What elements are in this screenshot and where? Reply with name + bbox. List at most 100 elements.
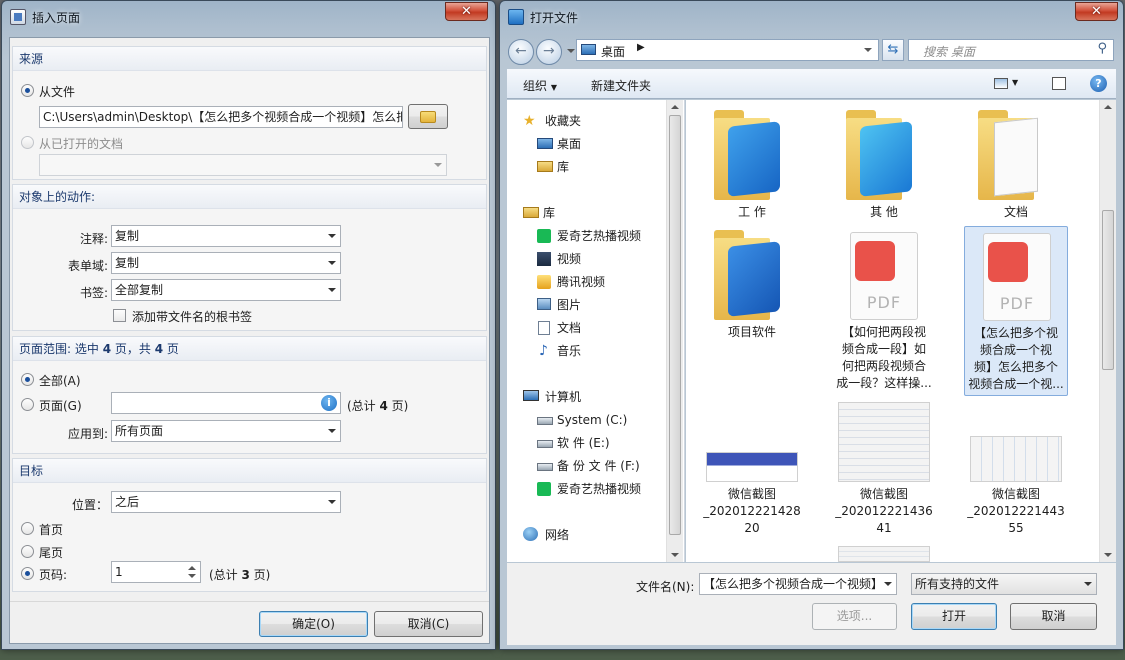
open-button[interactable]: 打开 [911,603,997,630]
form-fields-select[interactable]: 复制 [111,252,341,274]
browse-button[interactable] [408,104,448,129]
list-item[interactable]: 微信截图 _202012221443 55 [964,400,1068,540]
page-range-field[interactable] [111,392,341,414]
insert-dialog-titlebar[interactable]: 插入页面 ✕ [2,1,495,31]
comments-select[interactable]: 复制 [111,225,341,247]
page-range-label[interactable]: 页面(G) [39,397,82,414]
nav-scrollbar[interactable] [666,100,683,562]
new-folder-button[interactable]: 新建文件夹 [591,77,651,94]
file-name-line: 微信截图 [727,487,776,501]
info-icon[interactable]: i [321,395,337,411]
file-list-scrollbar[interactable] [1099,100,1116,562]
file-list-scroll-thumb[interactable] [1102,210,1114,370]
view-options-icon[interactable] [994,78,1008,89]
close-button[interactable]: ✕ [445,2,488,21]
list-item[interactable]: 项目软件 [700,226,804,344]
nav-computer[interactable]: 计算机 [523,388,581,406]
page-number-stepper[interactable]: 1 [111,561,201,583]
back-button[interactable]: ← [508,39,534,65]
last-page-label[interactable]: 尾页 [39,544,63,561]
position-select[interactable]: 之后 [111,491,341,513]
scroll-down-icon[interactable] [1104,553,1112,557]
from-open-doc-radio[interactable] [21,136,34,149]
file-type-select[interactable]: 所有支持的文件 [911,573,1097,595]
all-pages-label[interactable]: 全部(A) [39,372,81,389]
comments-value: 复制 [115,229,140,243]
nav-favorites[interactable]: ★ 收藏夹 [523,112,581,130]
position-label: 位置： [71,498,108,512]
page-number-label[interactable]: 页码: [39,566,67,583]
close-icon: ✕ [1091,4,1102,19]
nav-libraries[interactable]: 库 [523,204,555,222]
add-root-bookmark-label[interactable]: 添加带文件名的根书签 [132,308,252,325]
nav-item-library-fav[interactable]: 库 [537,158,569,176]
add-root-bookmark-checkbox[interactable] [113,309,126,322]
nav-network[interactable]: 网络 [523,526,569,544]
nav-item-iqiyi-drive[interactable]: 爱奇艺热播视频 [537,480,641,498]
first-page-label[interactable]: 首页 [39,521,63,538]
list-item[interactable]: 工 作 [700,104,804,222]
page-number-radio[interactable] [21,567,34,580]
ok-button[interactable]: 确定(O) [259,611,368,637]
help-icon[interactable]: ? [1090,75,1107,92]
list-item-selected[interactable]: PDF 【怎么把多个视 频合成一个视 频】怎么把多个 视频合成一个视... [964,226,1068,396]
nav-scroll-thumb[interactable] [669,115,681,535]
desktop-icon [581,44,596,55]
preview-pane-icon[interactable] [1052,77,1066,90]
options-button[interactable]: 选项... [812,603,897,630]
pdf-badge: PDF [999,294,1035,313]
open-dialog-footer: 文件名(N): 【怎么把多个视频合成一个视频】 所有支持的文件 选项... 打开… [507,563,1116,645]
recent-locations-icon[interactable] [567,49,575,53]
nav-item-music[interactable]: ♪ 音乐 [537,342,581,360]
all-pages-radio[interactable] [21,373,34,386]
from-file-label[interactable]: 从文件 [39,83,75,100]
bookmarks-select[interactable]: 全部复制 [111,279,341,301]
address-bar[interactable]: 桌面 ▶ [576,39,879,61]
nav-item-tencent[interactable]: 腾讯视频 [537,273,605,291]
spin-up-icon[interactable] [188,566,196,570]
chevron-down-icon [328,429,336,433]
page-total-prefix: (总计 [209,568,242,582]
list-item[interactable]: 微信截图 _202012221436 41 [832,400,936,540]
scroll-up-icon[interactable] [1104,105,1112,109]
open-dialog-titlebar[interactable]: 打开文件 ✕ [500,1,1123,31]
list-item[interactable]: 其 他 [832,104,936,222]
nav-item-pictures[interactable]: 图片 [537,296,581,314]
insert-pages-dialog: 插入页面 ✕ 来源 从文件 C:\Users\admin\Desktop\【怎么… [1,0,496,650]
nav-item-drive-e[interactable]: 软 件 (E:) [537,434,610,452]
nav-item-videos[interactable]: 视频 [537,250,581,268]
first-page-radio[interactable] [21,522,34,535]
from-open-doc-label[interactable]: 从已打开的文档 [39,135,123,152]
organize-menu[interactable]: 组织 ▼ [523,77,557,94]
nav-item-documents[interactable]: 文档 [537,319,581,337]
search-box[interactable]: 搜索 桌面 ⚲ [908,39,1114,61]
file-path-field[interactable]: C:\Users\admin\Desktop\【怎么把多个视频合成一个视频】怎么… [39,106,403,128]
spin-down-icon[interactable] [188,574,196,578]
nav-item-desktop[interactable]: 桌面 [537,135,581,153]
nav-item-iqiyi[interactable]: 爱奇艺热播视频 [537,227,641,245]
image-thumbnail [706,452,798,482]
cancel-button[interactable]: 取消(C) [374,611,483,637]
scroll-up-icon[interactable] [671,105,679,109]
tencent-video-icon [537,275,551,289]
close-button[interactable]: ✕ [1075,2,1118,21]
nav-item-drive-c[interactable]: System (C:) [537,411,627,429]
forward-button[interactable]: → [536,39,562,65]
cancel-button[interactable]: 取消 [1010,603,1097,630]
refresh-button[interactable]: ⇆ [882,39,904,61]
scroll-down-icon[interactable] [671,553,679,557]
open-doc-select[interactable] [39,154,447,176]
filename-label: 文件名(N): [636,580,695,594]
nav-item-drive-f[interactable]: 备 份 文 件 (F:) [537,457,640,475]
file-name-line: _202012221428 [703,504,801,518]
list-item[interactable]: PDF 【如何把两段视 频合成一段】如 何把两段视频合 成一段？这样操... [832,226,936,396]
list-item[interactable]: 微信截图 _202012221428 20 [700,400,804,540]
filename-field[interactable]: 【怎么把多个视频合成一个视频】 [699,573,897,595]
apply-to-select[interactable]: 所有页面 [111,420,341,442]
page-range-radio[interactable] [21,398,34,411]
chevron-down-icon[interactable]: ▼ [1012,78,1018,87]
list-item[interactable]: 文档 [964,104,1068,222]
last-page-radio[interactable] [21,545,34,558]
from-file-radio[interactable] [21,84,34,97]
chevron-down-icon[interactable] [864,48,872,52]
